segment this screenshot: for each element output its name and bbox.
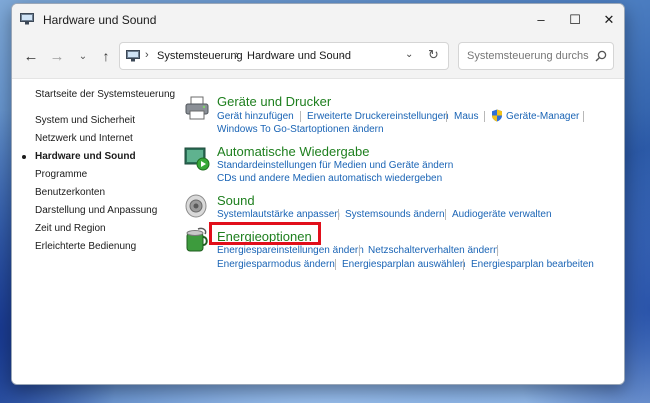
link-maus[interactable]: Maus: [454, 111, 478, 122]
control-panel-icon: [126, 50, 140, 62]
link-separator: [359, 245, 360, 256]
sidebar-item-startseite[interactable]: Startseite der Systemsteuerung: [35, 89, 175, 100]
navigation-toolbar: ← → ⌄ ↑ › Systemsteuerung › Hardware und…: [12, 35, 624, 79]
refresh-icon[interactable]: ↻: [428, 47, 439, 63]
link-systemsounds-aendern[interactable]: Systemsounds ändern: [345, 209, 445, 220]
sidebar-item-system-und-sicherheit[interactable]: System und Sicherheit: [35, 115, 135, 126]
link-separator: [300, 111, 301, 122]
arrow-up-icon: ↑: [102, 48, 110, 64]
link-audiogeraete-verwalten[interactable]: Audiogeräte verwalten: [452, 209, 552, 220]
link-separator: [446, 111, 447, 122]
link-standardeinstellungen-medien[interactable]: Standardeinstellungen für Medien und Ger…: [217, 160, 453, 171]
link-windows-to-go[interactable]: Windows To Go-Startoptionen ändern: [217, 124, 384, 135]
link-energiesparplan-auswaehlen[interactable]: Energiesparplan auswählen: [342, 259, 465, 270]
title-bar[interactable]: Hardware und Sound – ☐ ✕: [12, 4, 624, 35]
breadcrumb-separator[interactable]: ›: [341, 49, 345, 61]
back-button[interactable]: ←: [20, 45, 42, 67]
link-separator: [335, 259, 336, 270]
up-button[interactable]: ↑: [95, 45, 117, 67]
chevron-down-icon: ⌄: [78, 50, 88, 62]
address-bar[interactable]: › Systemsteuerung › Hardware und Sound ›…: [119, 42, 449, 70]
category-title-sound[interactable]: Sound: [217, 193, 255, 208]
link-separator: [338, 209, 339, 220]
sidebar-item-programme[interactable]: Programme: [35, 169, 87, 180]
control-panel-window: Hardware und Sound – ☐ ✕ ← → ⌄ ↑ › Syste…: [11, 3, 625, 385]
control-panel-icon: [20, 13, 34, 25]
close-button[interactable]: ✕: [592, 4, 624, 35]
maximize-icon: ☐: [569, 11, 581, 27]
link-energiesparplan-bearbeiten[interactable]: Energiesparplan bearbeiten: [471, 259, 594, 270]
link-separator: [497, 245, 498, 256]
sidebar-item-hardware-und-sound[interactable]: Hardware und Sound: [35, 151, 136, 162]
current-item-bullet: [22, 155, 26, 159]
sidebar-item-darstellung-und-anpassung[interactable]: Darstellung und Anpassung: [35, 205, 157, 216]
search-icon[interactable]: [595, 50, 607, 62]
sidebar-item-benutzerkonten[interactable]: Benutzerkonten: [35, 187, 105, 198]
content-area: Startseite der Systemsteuerung System un…: [12, 79, 624, 384]
link-energiespareinstellungen-aendern[interactable]: Energiespareinstellungen ändern: [217, 245, 364, 256]
link-separator: [484, 111, 485, 122]
breadcrumb-hardware-und-sound[interactable]: Hardware und Sound: [247, 50, 351, 62]
autoplay-icon: [184, 147, 210, 171]
link-separator: [583, 111, 584, 122]
category-title-geraete-und-drucker[interactable]: Geräte und Drucker: [217, 94, 331, 109]
link-separator: [445, 209, 446, 220]
maximize-button[interactable]: ☐: [558, 4, 592, 35]
forward-button[interactable]: →: [46, 45, 68, 67]
breadcrumb-separator: ›: [145, 49, 149, 61]
search-input[interactable]: Systemsteuerung durchsuchen: [467, 50, 589, 62]
minimize-button[interactable]: –: [524, 4, 558, 35]
address-dropdown-icon[interactable]: ⌄: [405, 49, 413, 60]
arrow-left-icon: ←: [23, 47, 39, 65]
window-title: Hardware und Sound: [43, 13, 157, 27]
speaker-icon: [185, 194, 207, 218]
category-title-automatische-wiedergabe[interactable]: Automatische Wiedergabe: [217, 144, 369, 159]
link-netzschalterverhalten-aendern[interactable]: Netzschalterverhalten ändern: [368, 245, 499, 256]
sidebar-item-netzwerk-und-internet[interactable]: Netzwerk und Internet: [35, 133, 133, 144]
link-systemlautstaerke-anpassen[interactable]: Systemlautstärke anpassen: [217, 209, 340, 220]
printer-icon: [185, 96, 209, 120]
link-energiesparmodus-aendern[interactable]: Energiesparmodus ändern: [217, 259, 335, 270]
sidebar-item-erleichterte-bedienung[interactable]: Erleichterte Bedienung: [35, 241, 136, 252]
search-box[interactable]: Systemsteuerung durchsuchen: [458, 42, 614, 70]
highlight-annotation-box: [209, 222, 321, 245]
recent-locations-button[interactable]: ⌄: [72, 45, 94, 67]
breadcrumb-separator[interactable]: ›: [235, 49, 239, 61]
uac-shield-icon: [492, 109, 502, 122]
link-geraet-hinzufuegen[interactable]: Gerät hinzufügen: [217, 111, 294, 122]
minimize-icon: –: [537, 12, 545, 27]
link-cds-automatisch-wiedergeben[interactable]: CDs und andere Medien automatisch wieder…: [217, 173, 442, 184]
power-options-icon: [186, 227, 208, 252]
sidebar-item-zeit-und-region[interactable]: Zeit und Region: [35, 223, 106, 234]
link-geraete-manager[interactable]: Geräte-Manager: [506, 111, 579, 122]
link-erweiterte-druckereinstellungen[interactable]: Erweiterte Druckereinstellungen: [307, 111, 449, 122]
link-separator: [463, 259, 464, 270]
arrow-right-icon: →: [49, 47, 65, 65]
close-icon: ✕: [603, 11, 615, 27]
breadcrumb-systemsteuerung[interactable]: Systemsteuerung: [157, 50, 243, 62]
